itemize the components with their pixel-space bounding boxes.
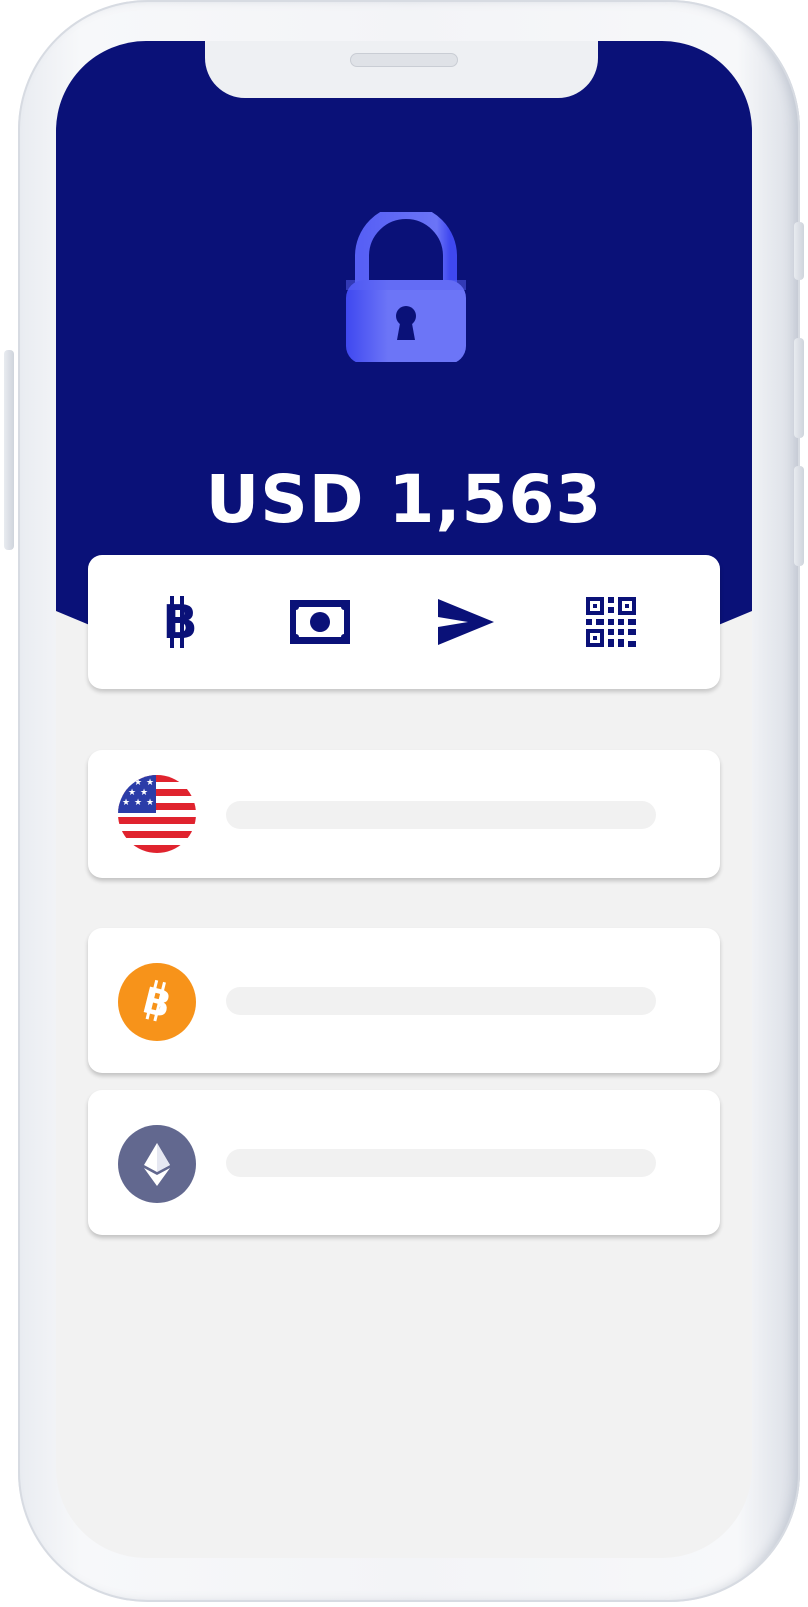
wallet-card-bitcoin[interactable]: B: [88, 928, 720, 1073]
wallet-coin-usd: ★ ★ ★ ★ ★ ★ ★ ★: [118, 775, 196, 853]
phone-speaker: [350, 53, 458, 67]
svg-text:★: ★: [122, 778, 130, 788]
send-button[interactable]: [431, 587, 501, 657]
svg-text:★: ★: [146, 798, 154, 808]
svg-text:★: ★: [134, 778, 142, 788]
ethereum-coin-icon: [144, 1143, 170, 1186]
svg-text:★: ★: [146, 778, 154, 788]
side-button-right-1: [794, 222, 804, 280]
svg-text:★: ★: [128, 788, 136, 798]
cash-button[interactable]: [285, 587, 355, 657]
bitcoin-coin-icon: B: [138, 979, 175, 1027]
side-button-left: [4, 350, 14, 550]
phone-notch: [205, 41, 598, 98]
balance-amount: USD 1,563: [205, 461, 603, 538]
svg-text:★: ★: [134, 798, 142, 808]
wallet-name-placeholder: [226, 987, 656, 1015]
svg-text:★: ★: [140, 788, 148, 798]
wallet-name-placeholder: [226, 801, 656, 829]
quick-actions-bar: B: [88, 555, 720, 689]
cash-icon: [290, 600, 350, 644]
lock-icon: [346, 212, 466, 362]
wallet-card-ethereum[interactable]: [88, 1090, 720, 1235]
scan-qr-button[interactable]: [576, 587, 646, 657]
side-button-right-2: [794, 338, 804, 438]
svg-text:★: ★: [122, 798, 130, 808]
send-icon: [438, 599, 494, 645]
buy-bitcoin-button[interactable]: B: [145, 587, 215, 657]
wallet-name-placeholder: [226, 1149, 656, 1177]
side-button-right-3: [794, 466, 804, 566]
bitcoin-icon: B: [162, 596, 198, 648]
qr-code-icon: [586, 597, 636, 647]
wallet-coin-bitcoin: B: [118, 963, 196, 1041]
phone-screen: USD 1,563 B: [56, 41, 752, 1558]
wallet-card-usd[interactable]: ★ ★ ★ ★ ★ ★ ★ ★: [88, 750, 720, 878]
us-flag-icon: ★ ★ ★ ★ ★ ★ ★ ★: [118, 775, 196, 853]
wallet-coin-ethereum: [118, 1125, 196, 1203]
